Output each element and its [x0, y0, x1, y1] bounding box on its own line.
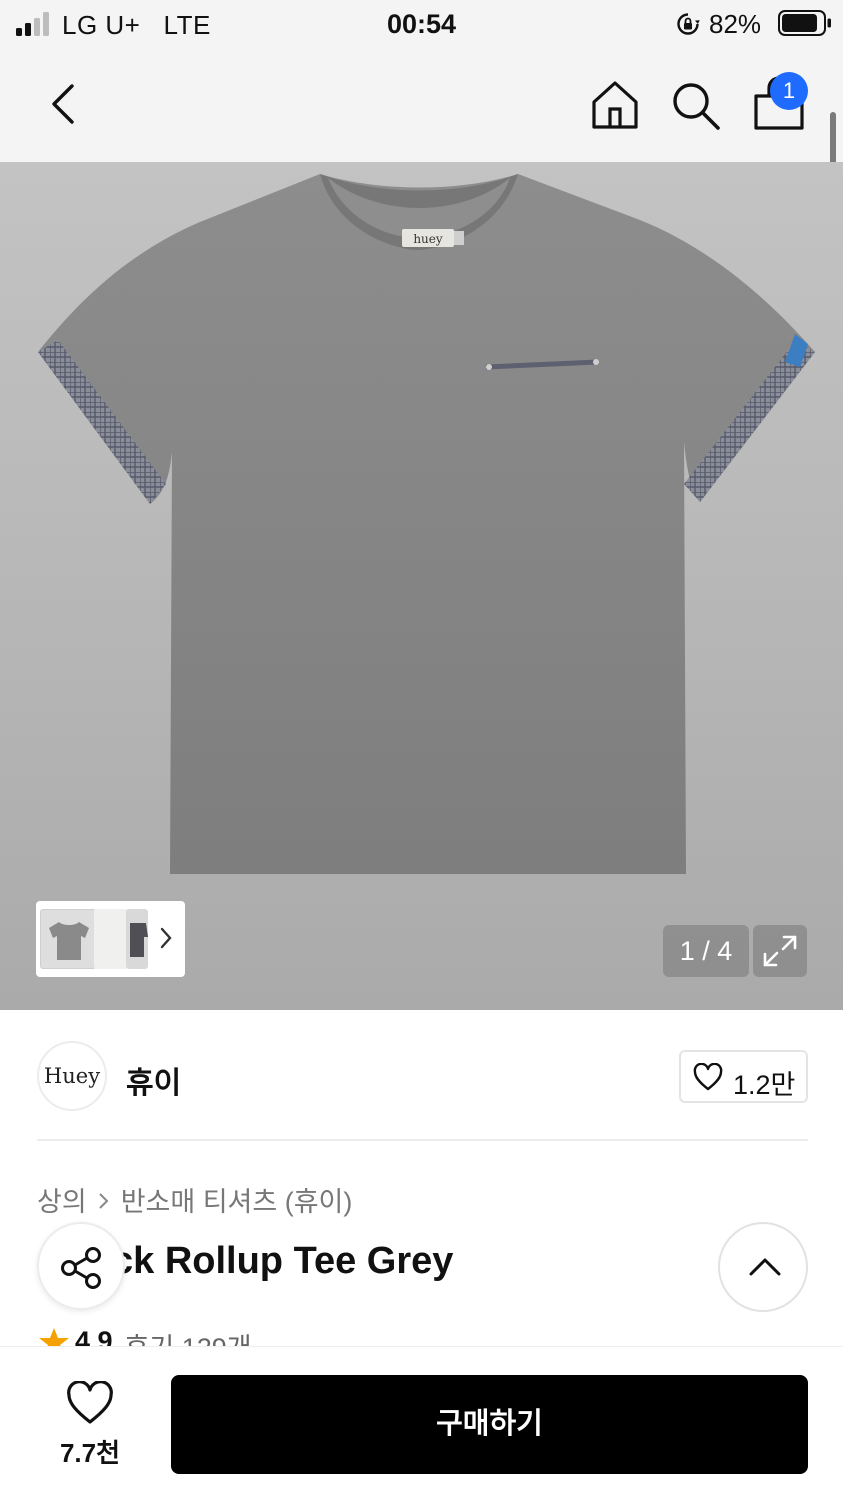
scroll-to-top-button[interactable]	[718, 1222, 808, 1312]
app-header: 1	[0, 50, 843, 192]
brand-row: Huey 휴이 1.2만	[0, 1012, 843, 1142]
heart-icon	[693, 1063, 723, 1091]
brand-name[interactable]: 휴이	[126, 1058, 181, 1102]
rotation-lock-icon	[677, 13, 700, 35]
share-icon	[61, 1247, 101, 1289]
heart-icon[interactable]	[66, 1381, 114, 1425]
product-title: ck Rollup Tee Grey	[112, 1240, 454, 1282]
home-icon[interactable]	[588, 78, 642, 132]
thumbnail-strip[interactable]	[36, 901, 185, 977]
tshirt-icon	[130, 923, 148, 957]
brand-like-button[interactable]: 1.2만	[679, 1050, 808, 1103]
battery-percent: 82%	[709, 9, 762, 39]
charcoal-tee-thumbnail[interactable]	[126, 909, 148, 969]
brand-like-count: 1.2만	[733, 1070, 796, 1100]
wishlist-count: 7.7천	[59, 1438, 121, 1468]
image-counter: 1 / 4	[663, 925, 749, 977]
white-tee-thumbnail[interactable]	[94, 909, 128, 969]
buy-button[interactable]: 구매하기	[171, 1375, 808, 1474]
review-count[interactable]: 후기 129개	[125, 1326, 252, 1346]
breadcrumb-item-subcategory[interactable]: 반소매 티셔츠 (휴이)	[121, 1187, 353, 1217]
rating-row[interactable]: 4.9 후기 129개	[37, 1326, 437, 1346]
divider	[37, 1139, 808, 1141]
garment-tag-text: huey	[413, 232, 443, 246]
product-photo: huey	[38, 174, 815, 874]
back-icon[interactable]	[44, 82, 84, 126]
tshirt-icon	[49, 922, 89, 960]
breadcrumb-item-category[interactable]: 상의	[37, 1187, 87, 1217]
star-icon	[39, 1328, 69, 1346]
product-image-gallery[interactable]: huey 1 / 4	[0, 162, 843, 1010]
cart-count-badge: 1	[770, 72, 808, 110]
rating-value: 4.9	[75, 1326, 113, 1346]
search-icon[interactable]	[668, 78, 722, 132]
bottom-action-bar: 7.7천 구매하기	[0, 1346, 843, 1500]
status-bar: LG U+ LTE 00:54 82%	[0, 0, 843, 50]
battery-icon	[778, 10, 831, 36]
breadcrumb: 상의 반소매 티셔츠 (휴이)	[37, 1180, 352, 1219]
fullscreen-button[interactable]	[753, 925, 807, 977]
chevron-up-icon	[749, 1258, 781, 1276]
grey-tee-thumbnail[interactable]	[40, 909, 96, 969]
chevron-right-icon[interactable]	[158, 925, 174, 951]
expand-icon	[763, 935, 797, 967]
share-button[interactable]	[37, 1222, 125, 1310]
brand-logo[interactable]: Huey	[37, 1041, 107, 1111]
chevron-right-icon	[98, 1193, 109, 1209]
